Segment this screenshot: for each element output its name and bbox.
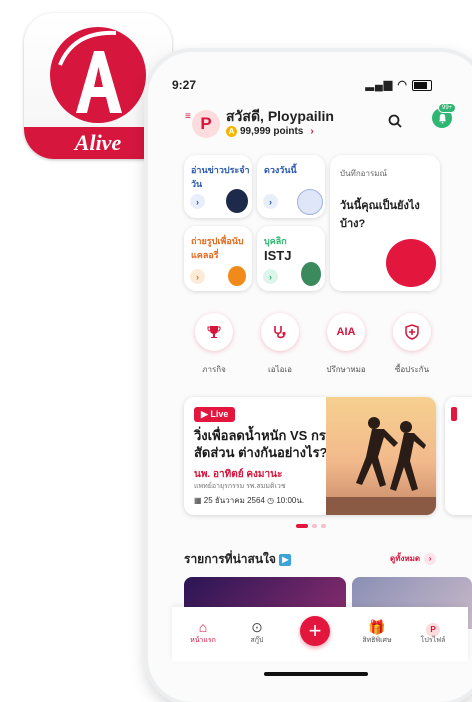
points-link[interactable]: A 99,999 points › bbox=[226, 126, 314, 137]
battery-icon bbox=[412, 79, 432, 91]
robot-illustration bbox=[226, 189, 248, 213]
zodiac-illustration bbox=[297, 189, 323, 215]
chevron-right-icon: › bbox=[190, 194, 205, 209]
section-title: รายการที่น่าสนใจ ▶ bbox=[184, 550, 292, 569]
clock-icon: ◷ bbox=[267, 496, 275, 505]
character-illustration bbox=[301, 262, 321, 286]
quick-missions-label: ภารกิจ bbox=[202, 365, 226, 374]
plus-icon[interactable]: + bbox=[300, 616, 330, 646]
quick-aia[interactable]: เอไอเอ bbox=[250, 313, 310, 376]
tab-privileges-label: สิทธิพิเศษ bbox=[362, 637, 392, 644]
search-icon[interactable] bbox=[388, 114, 402, 128]
status-time: 9:27 bbox=[172, 78, 197, 92]
pager-dot-active bbox=[296, 524, 308, 528]
banner-date: 25 ธันวาคม 2564 bbox=[203, 496, 265, 505]
quick-consult-doctor[interactable]: AIA ปรึกษาหมอ bbox=[316, 313, 376, 376]
home-indicator bbox=[264, 672, 368, 676]
chevron-right-icon: › bbox=[263, 194, 278, 209]
card-mood-title: บันทึกอารมณ์ bbox=[340, 169, 387, 178]
stethoscope-icon bbox=[261, 313, 299, 351]
quick-aia-label: เอไอเอ bbox=[268, 365, 292, 374]
pager-dot bbox=[321, 524, 326, 528]
tab-scoop-label: สกู๊ป bbox=[250, 637, 264, 644]
tab-home[interactable]: ⌂ หน้าแรก bbox=[178, 619, 228, 646]
banner-time: 10:00น. bbox=[276, 496, 305, 505]
app-logo-icon bbox=[50, 27, 146, 123]
runner-photo bbox=[326, 397, 436, 515]
coin-icon: A bbox=[226, 126, 237, 137]
live-label: Live bbox=[210, 409, 229, 419]
menu-icon[interactable]: ≡ bbox=[185, 111, 191, 122]
card-daily-news[interactable]: อ่านข่าวประจำวัน › bbox=[184, 155, 252, 218]
angry-face-illustration bbox=[386, 239, 436, 287]
quick-insurance-label: ซื้อประกัน bbox=[394, 365, 430, 374]
live-badge bbox=[451, 407, 457, 421]
card-calorie-title: ถ่ายรูปเพื่อนับแคลอรี่ bbox=[191, 236, 244, 260]
chevron-right-icon: › bbox=[424, 552, 437, 565]
home-icon: ⌂ bbox=[198, 619, 208, 635]
chevron-right-icon: › bbox=[310, 126, 314, 137]
points-value: 99,999 points bbox=[240, 126, 304, 137]
card-personality[interactable]: บุคลิก ISTJ › bbox=[257, 226, 325, 291]
avatar[interactable]: P bbox=[192, 110, 220, 138]
card-horoscope-title: ดวงวันนี้ bbox=[264, 165, 297, 175]
wifi-icon: ◠ bbox=[397, 79, 408, 91]
tab-privileges[interactable]: 🎁 สิทธิพิเศษ bbox=[352, 619, 402, 646]
aia-logo-icon: AIA bbox=[327, 313, 365, 351]
card-horoscope[interactable]: ดวงวันนี้ › bbox=[257, 155, 325, 218]
doctor-name: นพ. อาทิตย์ คงมานะ bbox=[194, 469, 283, 480]
see-all-label: ดูทั้งหมด bbox=[390, 554, 421, 563]
card-personality-value: ISTJ bbox=[264, 248, 292, 263]
quick-buy-insurance[interactable]: ซื้อประกัน bbox=[382, 313, 442, 376]
doctor-subtitle: แพทย์อายุรกรรม รพ.สมมติเวช bbox=[194, 483, 286, 490]
tab-home-label: หน้าแรก bbox=[190, 637, 216, 644]
gift-icon: 🎁 bbox=[368, 619, 386, 635]
fire-illustration bbox=[228, 266, 246, 286]
quick-missions[interactable]: ภารกิจ bbox=[184, 313, 244, 376]
next-banner-peek[interactable] bbox=[445, 397, 472, 515]
app-screen: 9:27 ▂▄▆ ◠ ≡ P สวัสดี, Ploypailin A 99,9… bbox=[160, 70, 472, 690]
live-banner[interactable]: ▶ Live วิ่งเพื่อลดน้ำหนัก VS กระชับสัดส่… bbox=[184, 397, 436, 515]
status-icons: ▂▄▆ ◠ bbox=[366, 78, 432, 91]
chevron-right-icon: › bbox=[263, 269, 278, 284]
live-badge: ▶ Live bbox=[194, 407, 236, 422]
tab-profile[interactable]: P โปรไฟล์ bbox=[408, 619, 458, 646]
tab-profile-label: โปรไฟล์ bbox=[420, 637, 446, 644]
card-daily-news-title: อ่านข่าวประจำวัน bbox=[191, 165, 250, 189]
runners-illustration bbox=[326, 417, 436, 515]
play-circle-icon: ⊙ bbox=[251, 619, 263, 635]
chevron-right-icon: › bbox=[190, 269, 205, 284]
profile-avatar-icon: P bbox=[408, 619, 458, 637]
section-title-text: รายการที่น่าสนใจ bbox=[184, 552, 276, 566]
bell-icon bbox=[438, 113, 446, 124]
signal-icon: ▂▄▆ bbox=[365, 79, 394, 91]
pager-dot bbox=[312, 524, 317, 528]
see-all-link[interactable]: ดูทั้งหมด › bbox=[390, 552, 437, 565]
card-calorie-photo[interactable]: ถ่ายรูปเพื่อนับแคลอรี่ › bbox=[184, 226, 252, 291]
card-mood-question: วันนี้คุณเป็นยังไงบ้าง? bbox=[340, 200, 420, 230]
play-icon: ▶ bbox=[279, 553, 292, 566]
calendar-icon: ▦ bbox=[194, 496, 202, 505]
notification-badge: 99+ bbox=[438, 103, 457, 113]
trophy-icon bbox=[195, 313, 233, 351]
card-mood-journal[interactable]: บันทึกอารมณ์ วันนี้คุณเป็นยังไงบ้าง? bbox=[330, 155, 440, 291]
notification-button[interactable]: 99+ bbox=[432, 103, 457, 128]
quick-consult-label: ปรึกษาหมอ bbox=[326, 365, 366, 374]
card-personality-label: บุคลิก bbox=[264, 236, 287, 246]
shield-icon bbox=[393, 313, 431, 351]
tab-scoop[interactable]: ⊙ สกู๊ป bbox=[232, 619, 282, 646]
banner-datetime: ▦ 25 ธันวาคม 2564 ◷ 10:00น. bbox=[194, 494, 304, 507]
greeting: สวัสดี, Ploypailin bbox=[226, 108, 334, 124]
